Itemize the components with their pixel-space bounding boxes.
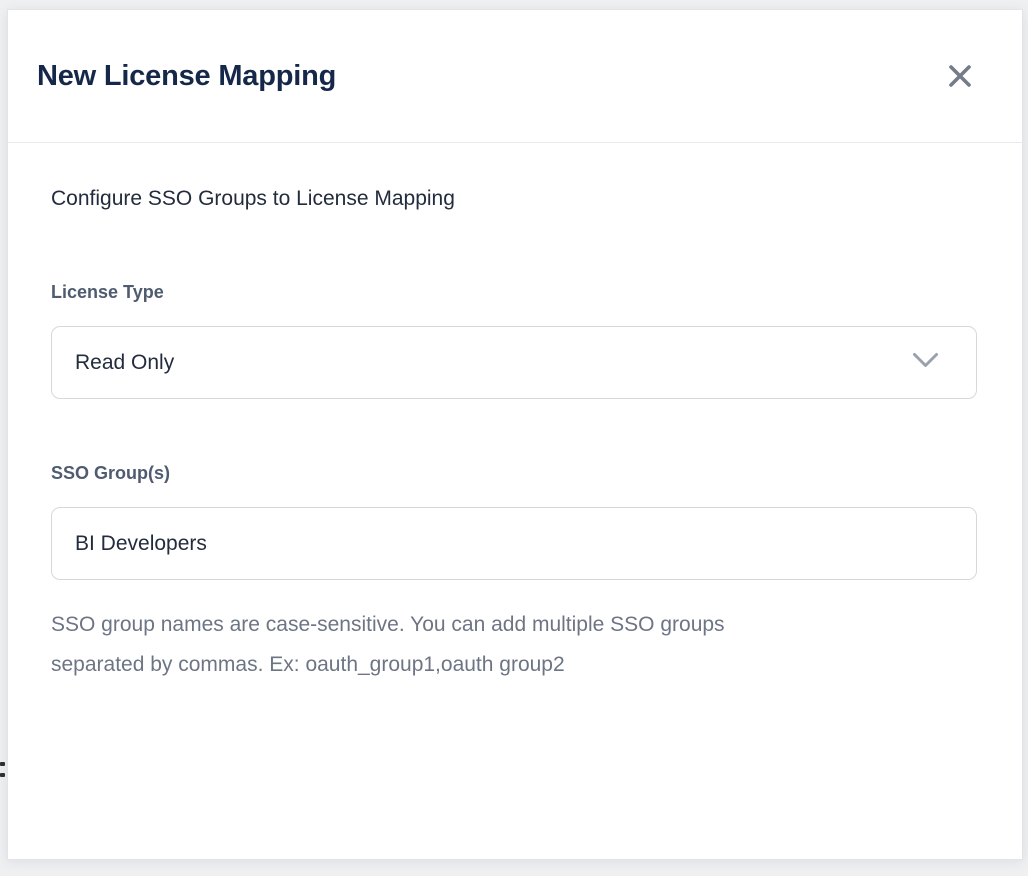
sso-groups-input[interactable] bbox=[51, 507, 977, 580]
background-text-fragment bbox=[0, 773, 5, 777]
helper-text-line: SSO group names are case-sensitive. You … bbox=[51, 605, 977, 645]
background-page-fragment bbox=[0, 762, 6, 784]
page: New License Mapping Configure SSO Groups… bbox=[0, 0, 1028, 876]
dialog-subtitle: Configure SSO Groups to License Mapping bbox=[51, 187, 977, 211]
sso-groups-label: SSO Group(s) bbox=[51, 463, 977, 484]
license-type-selected-value: Read Only bbox=[75, 351, 174, 375]
helper-text-line: separated by commas. Ex: oauth_group1,oa… bbox=[51, 645, 977, 685]
license-type-label: License Type bbox=[51, 282, 977, 303]
dialog-body: Configure SSO Groups to License Mapping … bbox=[8, 143, 1022, 685]
close-icon bbox=[947, 63, 973, 89]
close-button[interactable] bbox=[942, 58, 978, 94]
background-text-fragment bbox=[0, 762, 5, 766]
chevron-down-icon bbox=[912, 352, 939, 374]
sso-groups-helper-text: SSO group names are case-sensitive. You … bbox=[51, 605, 977, 685]
license-type-select[interactable]: Read Only bbox=[51, 326, 977, 399]
dialog-header: New License Mapping bbox=[8, 10, 1022, 143]
dialog-title: New License Mapping bbox=[37, 60, 336, 93]
new-license-mapping-dialog: New License Mapping Configure SSO Groups… bbox=[7, 9, 1023, 860]
